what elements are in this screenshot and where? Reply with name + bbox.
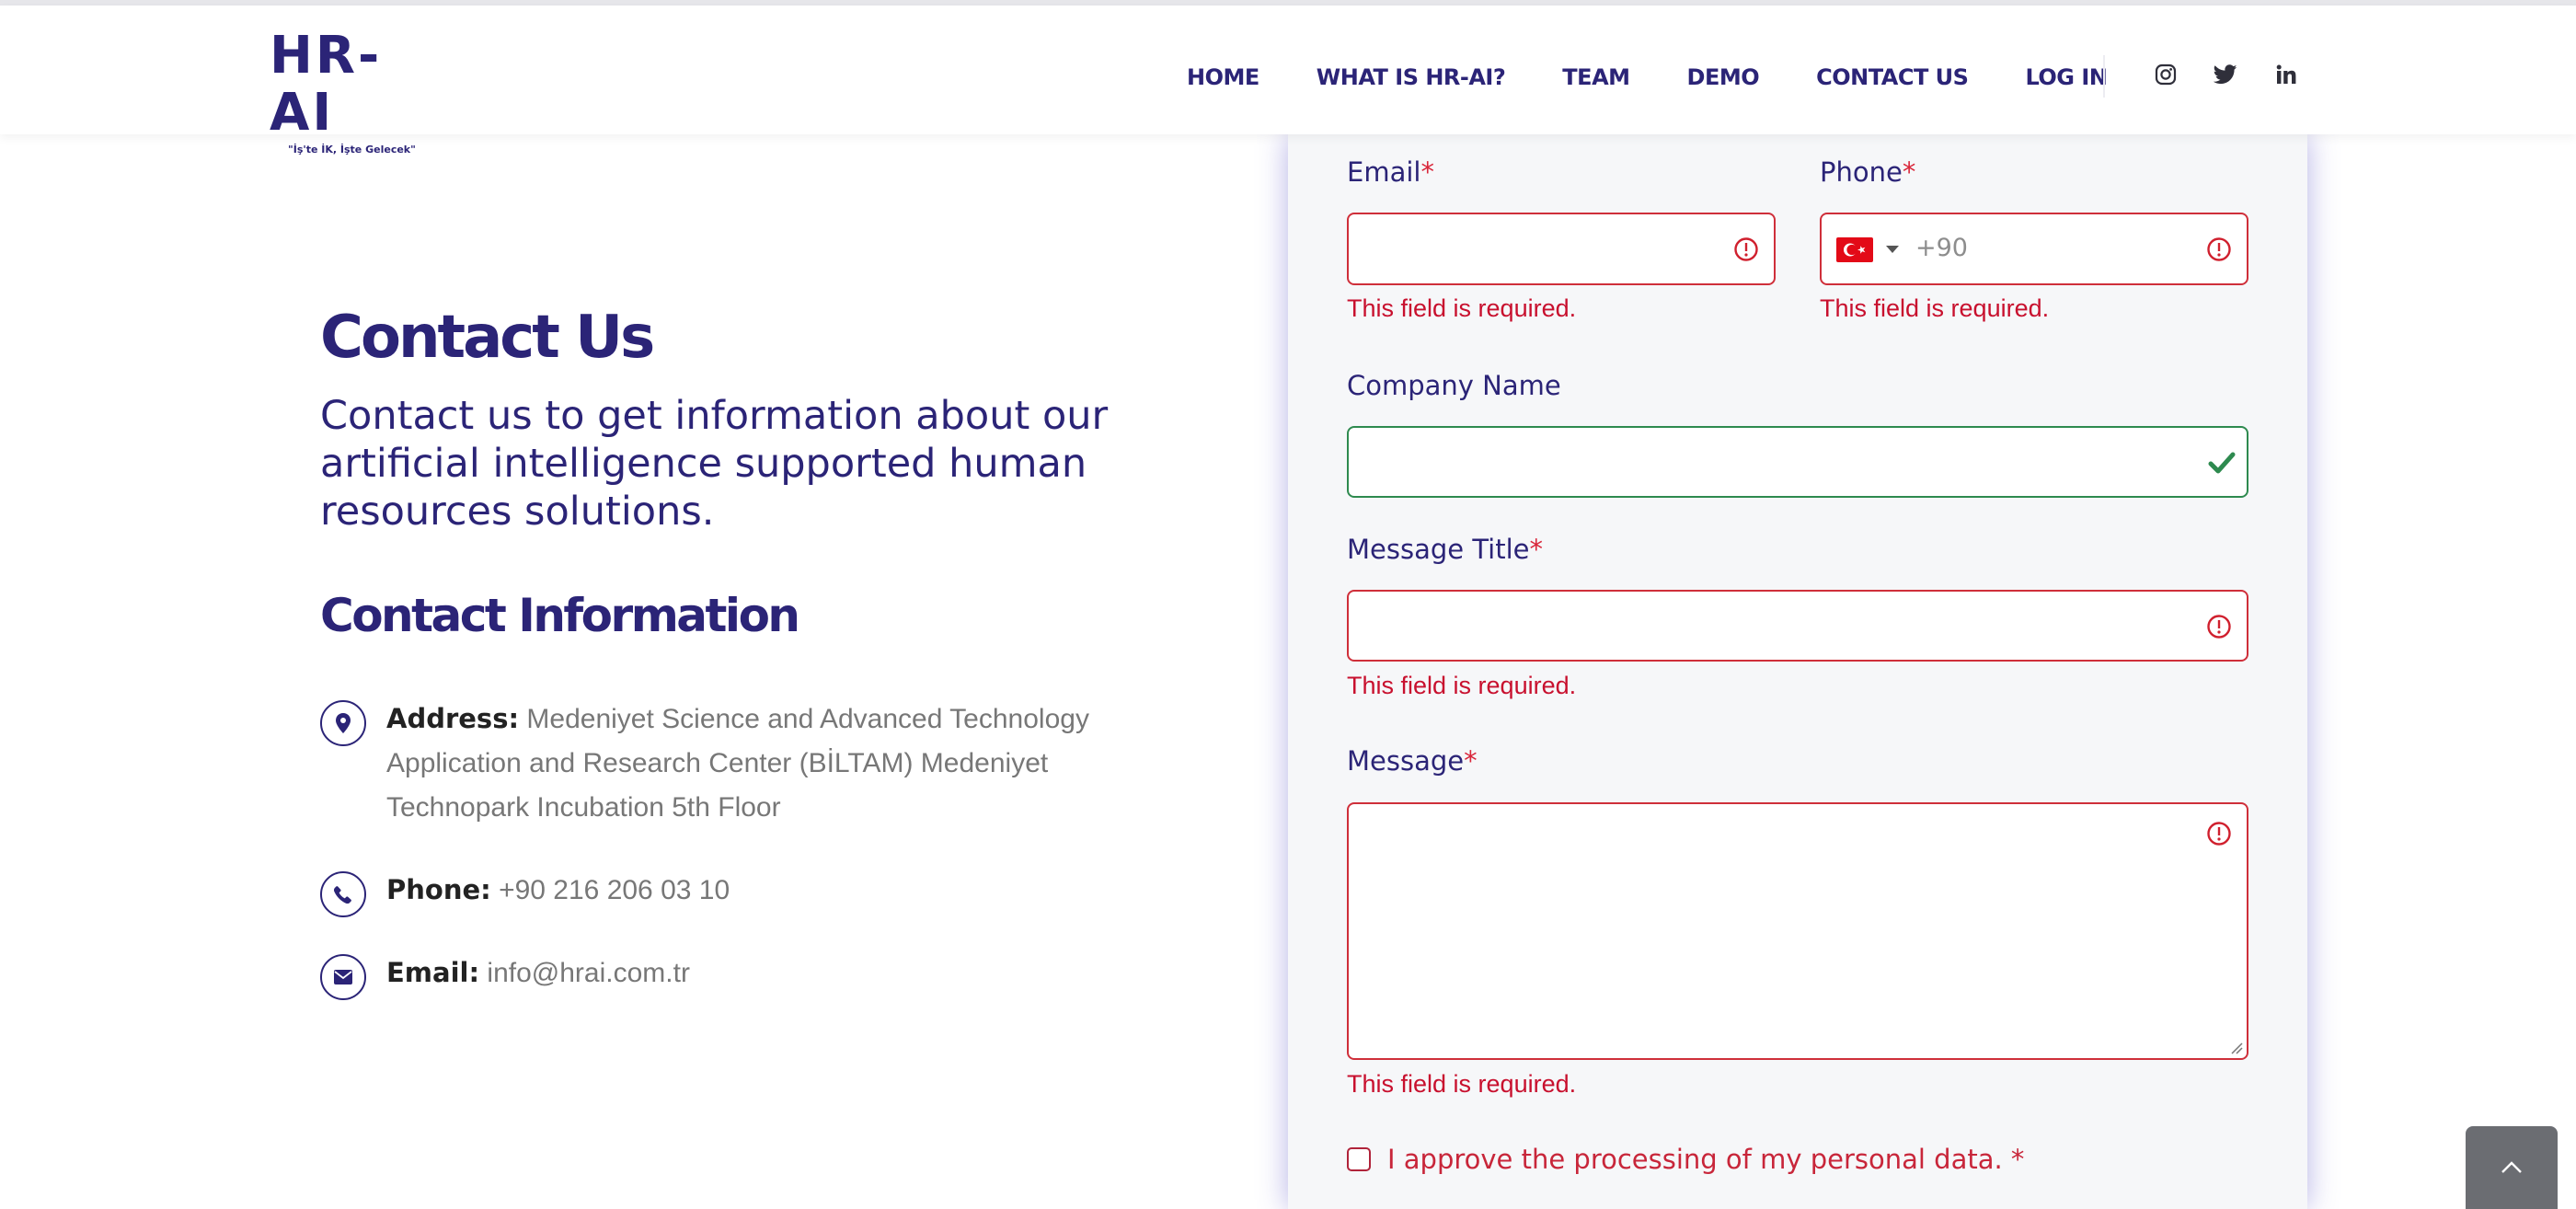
required-mark: * xyxy=(1464,745,1478,777)
error-icon xyxy=(2207,237,2231,261)
back-to-top-button[interactable] xyxy=(2466,1126,2558,1209)
email-label-text: Email xyxy=(1347,156,1421,188)
message-title-label-text: Message Title xyxy=(1347,534,1530,565)
phone-row: Phone: +90 216 206 03 10 xyxy=(320,868,1130,917)
page-title: Contact Us xyxy=(320,304,655,372)
message-field-label: Message* xyxy=(1347,745,1478,777)
nav-demo[interactable]: DEMO xyxy=(1687,64,1760,90)
caret-down-icon[interactable] xyxy=(1886,246,1899,255)
page-lead: Contact us to get information about our … xyxy=(320,393,1109,535)
site-header: HR-AI "İş'te İK, İşte Gelecek" HOME WHAT… xyxy=(0,6,2576,156)
nav-divider xyxy=(2103,55,2105,98)
message-title-field-label: Message Title* xyxy=(1347,534,1543,565)
chevron-up-icon xyxy=(2501,1161,2522,1173)
email-row: Email: info@hrai.com.tr xyxy=(320,950,1130,1000)
consent-row: I approve the processing of my personal … xyxy=(1347,1144,2024,1175)
check-icon xyxy=(2208,452,2236,474)
nav-team[interactable]: TEAM xyxy=(1562,64,1630,90)
phone-prefix: +90 xyxy=(1915,234,1968,262)
phone-input[interactable]: +90 xyxy=(1820,213,2248,285)
address-text: Address: Medeniyet Science and Advanced … xyxy=(386,697,1130,830)
address-row: Address: Medeniyet Science and Advanced … xyxy=(320,697,1130,830)
message-title-error: This field is required. xyxy=(1347,672,1577,699)
twitter-icon[interactable] xyxy=(2210,59,2241,90)
message-title-input[interactable] xyxy=(1347,590,2248,662)
required-mark: * xyxy=(1529,534,1543,565)
linkedin-icon[interactable] xyxy=(2271,59,2302,90)
logo[interactable]: HR-AI "İş'te İK, İşte Gelecek" xyxy=(270,28,435,156)
main-nav: HOME WHAT IS HR-AI? TEAM DEMO CONTACT US… xyxy=(1187,61,2108,94)
email-value[interactable]: info@hrai.com.tr xyxy=(487,958,690,988)
nav-what-is-hr-ai[interactable]: WHAT IS HR-AI? xyxy=(1317,64,1506,90)
location-pin-icon xyxy=(320,700,366,746)
phone-field-label: Phone* xyxy=(1820,156,1915,188)
required-mark: * xyxy=(1420,156,1434,188)
resize-handle-icon[interactable] xyxy=(2230,1042,2243,1054)
phone-icon xyxy=(320,871,366,917)
email-label: Email: xyxy=(386,957,480,988)
consent-label[interactable]: I approve the processing of my personal … xyxy=(1387,1144,2024,1175)
nav-log-in[interactable]: LOG IN xyxy=(2025,64,2107,90)
envelope-icon xyxy=(320,954,366,1000)
phone-value[interactable]: +90 216 206 03 10 xyxy=(499,875,730,905)
turkey-flag-icon[interactable] xyxy=(1836,237,1873,262)
contact-info-title: Contact Information xyxy=(320,589,800,642)
error-icon xyxy=(2207,615,2231,639)
email-input[interactable] xyxy=(1347,213,1776,285)
email-field-label: Email* xyxy=(1347,156,1434,188)
phone-label: Phone: xyxy=(386,874,491,905)
address-label: Address: xyxy=(386,703,520,734)
consent-checkbox[interactable] xyxy=(1347,1147,1371,1171)
error-icon xyxy=(2207,822,2231,846)
phone-label-text: Phone xyxy=(1820,156,1903,188)
company-input[interactable] xyxy=(1347,426,2248,498)
email-error: This field is required. xyxy=(1347,294,1577,322)
required-mark: * xyxy=(1902,156,1916,188)
nav-home[interactable]: HOME xyxy=(1187,64,1259,90)
error-icon xyxy=(1734,237,1758,261)
logo-title: HR-AI xyxy=(270,26,383,143)
message-error: This field is required. xyxy=(1347,1070,1577,1098)
message-label-text: Message xyxy=(1347,745,1465,777)
company-field-label: Company Name xyxy=(1347,370,1561,401)
logo-tagline: "İş'te İK, İşte Gelecek" xyxy=(288,144,416,155)
email-text: Email: info@hrai.com.tr xyxy=(386,950,690,1000)
nav-contact-us[interactable]: CONTACT US xyxy=(1816,64,1969,90)
phone-error: This field is required. xyxy=(1820,294,2050,322)
message-textarea[interactable] xyxy=(1347,802,2248,1060)
phone-text: Phone: +90 216 206 03 10 xyxy=(386,868,730,917)
instagram-icon[interactable] xyxy=(2150,59,2181,90)
